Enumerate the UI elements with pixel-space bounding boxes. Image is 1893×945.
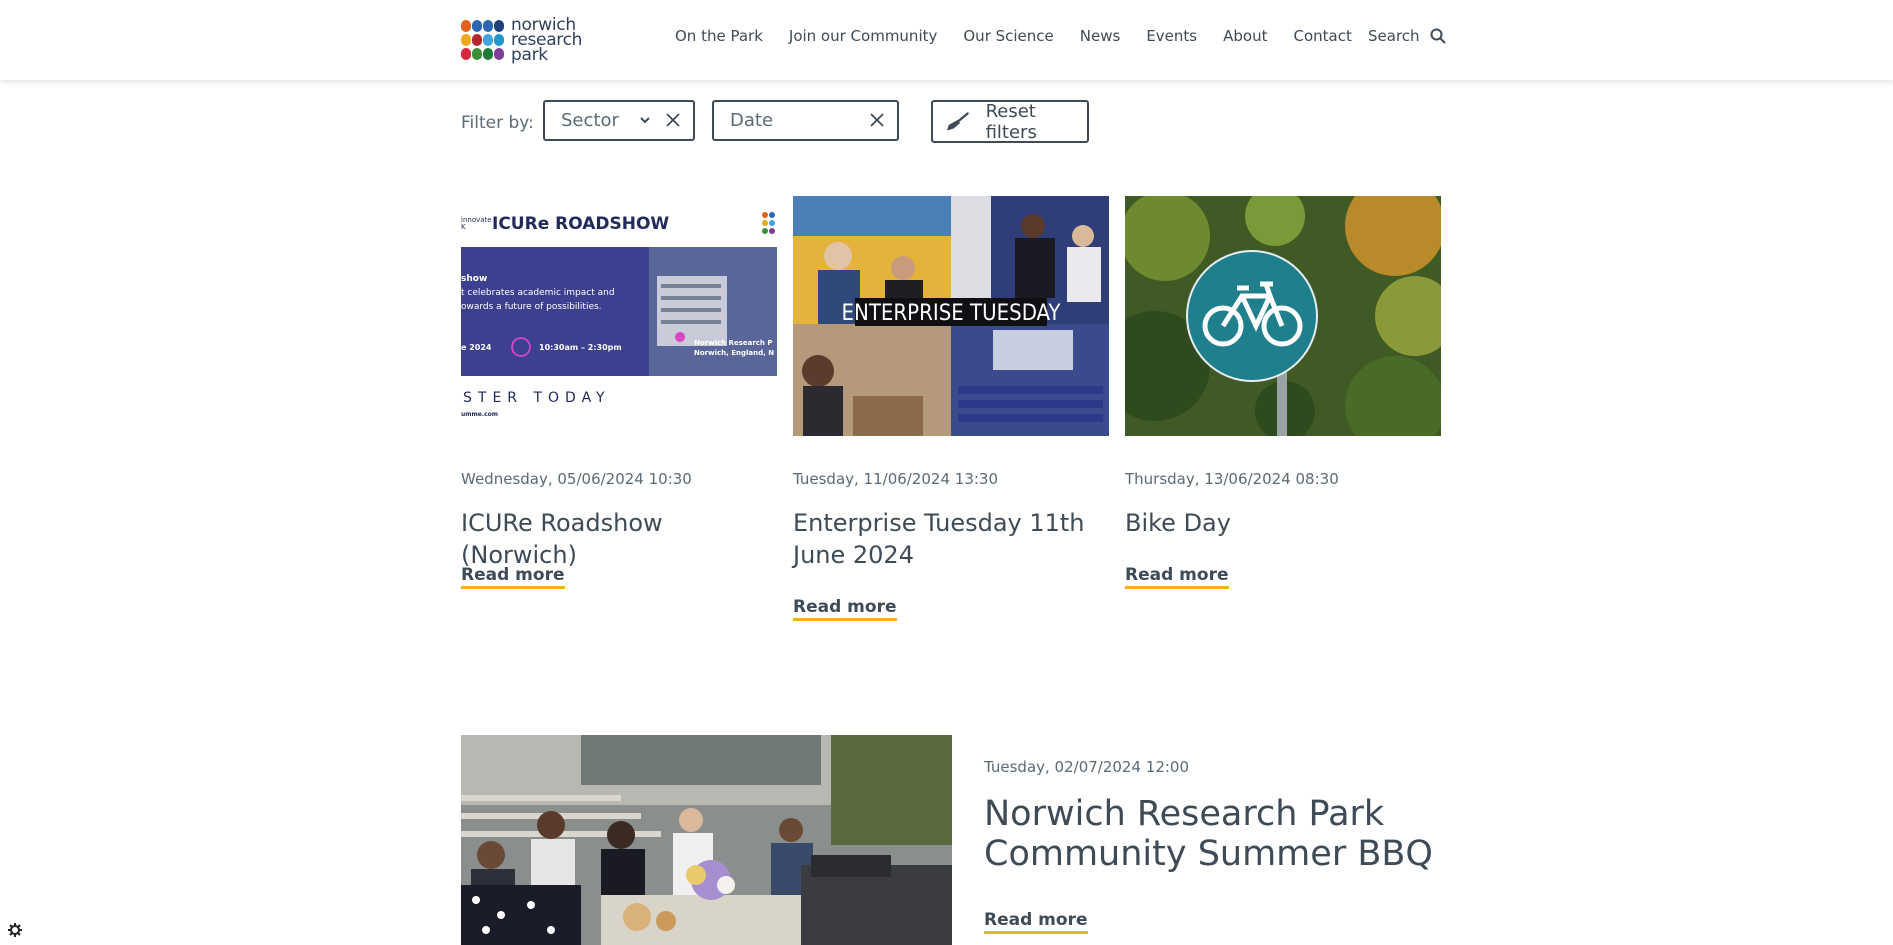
icure-header-text: ICURe ROADSHOW	[492, 214, 669, 234]
featured-event-image[interactable]	[461, 735, 952, 945]
event-date: Wednesday, 05/06/2024 10:30	[461, 470, 692, 488]
featured-event-date: Tuesday, 02/07/2024 12:00	[984, 758, 1190, 776]
reset-filters-button[interactable]: Reset filters	[931, 100, 1089, 143]
nav-item-join-our-community[interactable]: Join our Community	[789, 27, 937, 45]
enterprise-banner-text: ENTERPRISE TUESDAY	[842, 301, 1062, 326]
icure-register-text: STER TODAY	[463, 390, 611, 406]
event-title[interactable]: ICURe Roadshow (Norwich)	[461, 507, 777, 571]
nav-item-news[interactable]: News	[1080, 27, 1121, 45]
reset-filters-label: Reset filters	[985, 100, 1037, 143]
icure-time-text: 10:30am – 2:30pm	[539, 343, 622, 352]
nav-item-contact[interactable]: Contact	[1293, 27, 1351, 45]
featured-event-title[interactable]: Norwich Research Park Community Summer B…	[984, 794, 1444, 874]
logo-dots-icon	[461, 18, 505, 62]
event-image-icure[interactable]: innovate K ICURe ROADSHOW show t celebra…	[461, 196, 777, 436]
nav-item-about[interactable]: About	[1223, 27, 1267, 45]
read-more-link[interactable]: Read more	[461, 565, 565, 589]
nav-item-events[interactable]: Events	[1146, 27, 1197, 45]
search-label: Search	[1368, 27, 1420, 45]
icure-place1-text: Norwich Research P	[694, 339, 772, 347]
icure-url-text: umme.com	[461, 411, 498, 418]
event-image-enterprise-tuesday[interactable]: ENTERPRISE TUESDAY	[793, 196, 1109, 436]
filter-bar: Filter by: Sector Date Reset filters	[461, 100, 1221, 144]
date-filter-input[interactable]: Date	[712, 100, 899, 141]
event-card	[1125, 196, 1441, 436]
close-icon[interactable]	[869, 112, 885, 128]
logo-wordmark: norwich research park	[511, 16, 582, 65]
icure-line2-text: owards a future of possibilities.	[461, 302, 602, 312]
main-nav: On the Park Join our Community Our Scien…	[675, 27, 1378, 45]
icure-line1-text: t celebrates academic impact and	[461, 288, 615, 298]
logo-line: park	[511, 44, 548, 65]
broom-icon	[946, 111, 969, 131]
event-title[interactable]: Enterprise Tuesday 11th June 2024	[793, 507, 1093, 571]
icure-place2-text: Norwich, England, N	[694, 349, 774, 357]
event-date: Tuesday, 11/06/2024 13:30	[793, 470, 999, 488]
filter-label: Filter by:	[461, 113, 534, 133]
event-title[interactable]: Bike Day	[1125, 507, 1441, 539]
nav-item-our-science[interactable]: Our Science	[963, 27, 1053, 45]
cookie-settings-icon[interactable]	[8, 923, 22, 937]
icure-year-text: e 2024	[461, 343, 492, 352]
sector-filter-value: Sector	[561, 110, 619, 131]
event-date: Thursday, 13/06/2024 08:30	[1125, 470, 1339, 488]
chevron-down-icon	[640, 117, 650, 124]
read-more-link[interactable]: Read more	[1125, 565, 1229, 589]
event-image-bike-day[interactable]	[1125, 196, 1441, 436]
nav-item-on-the-park[interactable]: On the Park	[675, 27, 763, 45]
search-button[interactable]: Search	[1368, 27, 1446, 45]
site-header: norwich research park On the Park Join o…	[0, 0, 1893, 80]
featured-read-more-link[interactable]: Read more	[984, 910, 1088, 934]
search-icon	[1430, 28, 1446, 44]
site-logo[interactable]: norwich research park	[461, 16, 591, 64]
sector-filter-select[interactable]: Sector	[543, 100, 695, 141]
date-filter-value: Date	[730, 110, 774, 131]
close-icon[interactable]	[665, 112, 681, 128]
event-card: innovate K ICURe ROADSHOW show t celebra…	[461, 196, 777, 436]
icure-innovate-k-text: K	[461, 223, 466, 231]
event-card: ENTERPRISE TUESDAY	[793, 196, 1109, 436]
read-more-link[interactable]: Read more	[793, 597, 897, 621]
icure-show-text: show	[461, 274, 487, 284]
